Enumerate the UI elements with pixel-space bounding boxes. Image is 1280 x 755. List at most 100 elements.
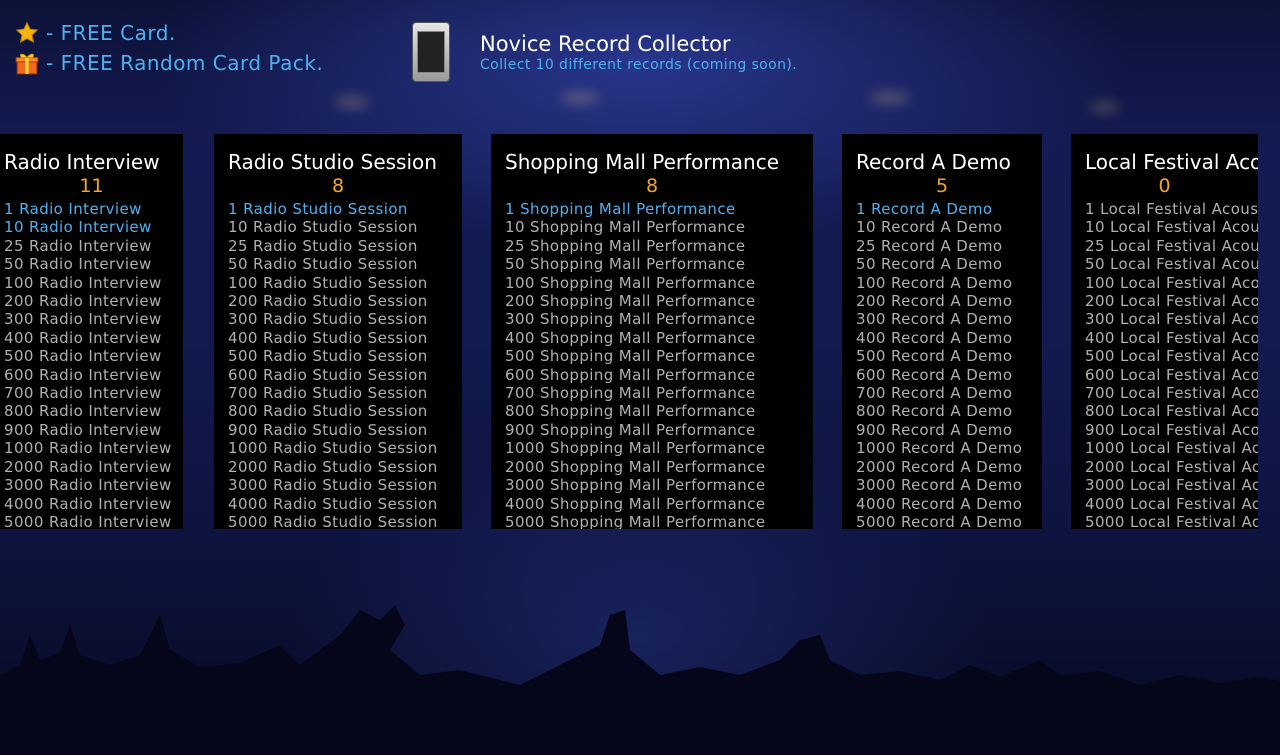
achievement-panel: Shopping Mall Performance 8 1 Shopping Mal… — [491, 134, 813, 529]
stage-light — [560, 92, 600, 104]
tier-item: 3000 Radio Interview — [4, 476, 172, 495]
tier-item: 400 Radio Interview — [4, 328, 162, 347]
tier-item: 4000 Radio Interview — [4, 494, 172, 513]
tier-item: 25 Radio Interview — [4, 236, 152, 255]
tier-item: 10 Shopping Mall Performance — [505, 218, 746, 237]
panel-title: Radio Interview — [4, 150, 160, 174]
tier-item: 1000 Record A Demo — [856, 439, 1023, 458]
tier-item: 3000 Record A Demo — [856, 476, 1023, 495]
tier-item: 800 Record A Demo — [856, 402, 1013, 421]
panel-count: 0 — [1158, 175, 1171, 197]
tier-item: 500 Radio Studio Session — [228, 347, 428, 366]
tier-item: 1000 Local Festival Acoustic — [1085, 439, 1258, 458]
tier-item: 4000 Record A Demo — [856, 494, 1023, 513]
tier-item: 300 Local Festival Acoustic — [1085, 310, 1258, 329]
tier-item: 600 Radio Interview — [4, 365, 162, 384]
rewards-list: - FREE Card. - FREE Random Card Pack. — [12, 18, 323, 78]
tier-item: 4000 Radio Studio Session — [228, 494, 438, 513]
stage-light — [335, 96, 369, 108]
tier-item: 600 Record A Demo — [856, 365, 1013, 384]
tier-item: 200 Local Festival Acoustic — [1085, 292, 1258, 311]
tier-item: 5000 Local Festival Acoustic — [1085, 512, 1258, 529]
tier-item: 25 Local Festival Acoustic — [1085, 236, 1258, 255]
panel-count: 8 — [331, 175, 345, 197]
tier-item: 300 Shopping Mall Performance — [505, 310, 756, 329]
tier-item: 2000 Shopping Mall Performance — [505, 457, 766, 476]
gift-icon — [12, 49, 42, 77]
tier-item: 10 Local Festival Acoustic — [1085, 218, 1258, 237]
tier-item: 800 Shopping Mall Performance — [505, 402, 756, 421]
tier-item: 200 Shopping Mall Performance — [505, 292, 756, 311]
tier-item: 50 Local Festival Acoustic — [1085, 255, 1258, 274]
tier-item: 25 Shopping Mall Performance — [505, 236, 746, 255]
tier-item: 5000 Shopping Mall Performance — [505, 512, 766, 529]
panel-title: Radio Studio Session — [228, 150, 437, 174]
tier-item: 100 Radio Studio Session — [228, 273, 428, 292]
tier-item: 1 Local Festival Acoustic — [1085, 200, 1258, 218]
tier-item: 600 Local Festival Acoustic — [1085, 365, 1258, 384]
tier-item: 2000 Radio Studio Session — [228, 457, 438, 476]
tier-item: 50 Record A Demo — [856, 255, 1003, 274]
tier-item: 600 Radio Studio Session — [228, 365, 428, 384]
tier-item: 900 Local Festival Acoustic — [1085, 420, 1258, 439]
tier-item: 10 Radio Interview — [4, 218, 152, 237]
tier-item: 1000 Radio Studio Session — [228, 439, 438, 458]
achievement-description: Collect 10 different records (coming soo… — [480, 57, 798, 73]
tier-item: 4000 Shopping Mall Performance — [505, 494, 766, 513]
tier-item: 200 Record A Demo — [856, 292, 1013, 311]
reward-item: - FREE Random Card Pack. — [12, 48, 323, 78]
record-card-icon — [412, 22, 450, 82]
tier-item: 2000 Local Festival Acoustic — [1085, 457, 1258, 476]
tier-item: 4000 Local Festival Acoustic — [1085, 494, 1258, 513]
tier-item: 25 Record A Demo — [856, 236, 1003, 255]
tier-item: 10 Radio Studio Session — [228, 218, 418, 237]
achievement: Novice Record Collector Collect 10 diffe… — [412, 22, 797, 82]
stage-light — [1090, 102, 1120, 112]
achievement-panel: Radio Studio Session 8 1 Radio Studio Sess… — [214, 134, 462, 529]
tier-item: 1000 Radio Interview — [4, 439, 172, 458]
achievement-panel: Radio Interview 11 1 Radio Interview 10 Rad… — [0, 134, 183, 529]
tier-item: 300 Radio Interview — [4, 310, 162, 329]
tier-item: 800 Local Festival Acoustic — [1085, 402, 1258, 421]
tier-item: 10 Record A Demo — [856, 218, 1003, 237]
star-icon — [12, 19, 42, 47]
tier-item: 900 Radio Studio Session — [228, 420, 428, 439]
tier-item: 700 Shopping Mall Performance — [505, 384, 756, 403]
tier-item: 5000 Record A Demo — [856, 512, 1023, 529]
tier-item: 400 Shopping Mall Performance — [505, 328, 756, 347]
tier-item: 400 Record A Demo — [856, 328, 1013, 347]
tier-item: 50 Radio Studio Session — [228, 255, 418, 274]
tier-item: 1 Record A Demo — [856, 200, 993, 218]
achievement-title: Novice Record Collector — [480, 32, 731, 56]
tier-item: 900 Record A Demo — [856, 420, 1013, 439]
tier-item: 700 Radio Interview — [4, 384, 162, 403]
tier-item: 100 Local Festival Acoustic — [1085, 273, 1258, 292]
tier-item: 500 Radio Interview — [4, 347, 162, 366]
tier-item: 200 Radio Studio Session — [228, 292, 428, 311]
tier-item: 3000 Shopping Mall Performance — [505, 476, 766, 495]
crowd-silhouette — [0, 605, 1280, 755]
tier-item: 100 Radio Interview — [4, 273, 162, 292]
tier-item: 800 Radio Studio Session — [228, 402, 428, 421]
tier-item: 800 Radio Interview — [4, 402, 162, 421]
reward-label: - FREE Random Card Pack. — [46, 51, 324, 75]
tier-item: 500 Local Festival Acoustic — [1085, 347, 1258, 366]
panel-count: 11 — [79, 175, 104, 197]
panel-count: 8 — [645, 175, 659, 197]
reward-item: - FREE Card. — [12, 18, 323, 48]
tier-item: 2000 Radio Interview — [4, 457, 172, 476]
tier-item: 900 Radio Interview — [4, 420, 162, 439]
tier-item: 5000 Radio Interview — [4, 512, 172, 529]
reward-label: - FREE Card. — [46, 21, 176, 45]
tier-item: 50 Radio Interview — [4, 255, 152, 274]
tier-item: 100 Shopping Mall Performance — [505, 273, 756, 292]
tier-item: 3000 Local Festival Acoustic — [1085, 476, 1258, 495]
tier-item: 3000 Radio Studio Session — [228, 476, 438, 495]
tier-item: 100 Record A Demo — [856, 273, 1013, 292]
tier-item: 700 Radio Studio Session — [228, 384, 428, 403]
panel-title: Local Festival Acoustic — [1085, 150, 1258, 174]
tier-item: 1 Radio Studio Session — [228, 200, 408, 218]
tier-item: 25 Radio Studio Session — [228, 236, 418, 255]
tier-item: 5000 Radio Studio Session — [228, 512, 438, 529]
tier-item: 1 Radio Interview — [4, 200, 142, 218]
